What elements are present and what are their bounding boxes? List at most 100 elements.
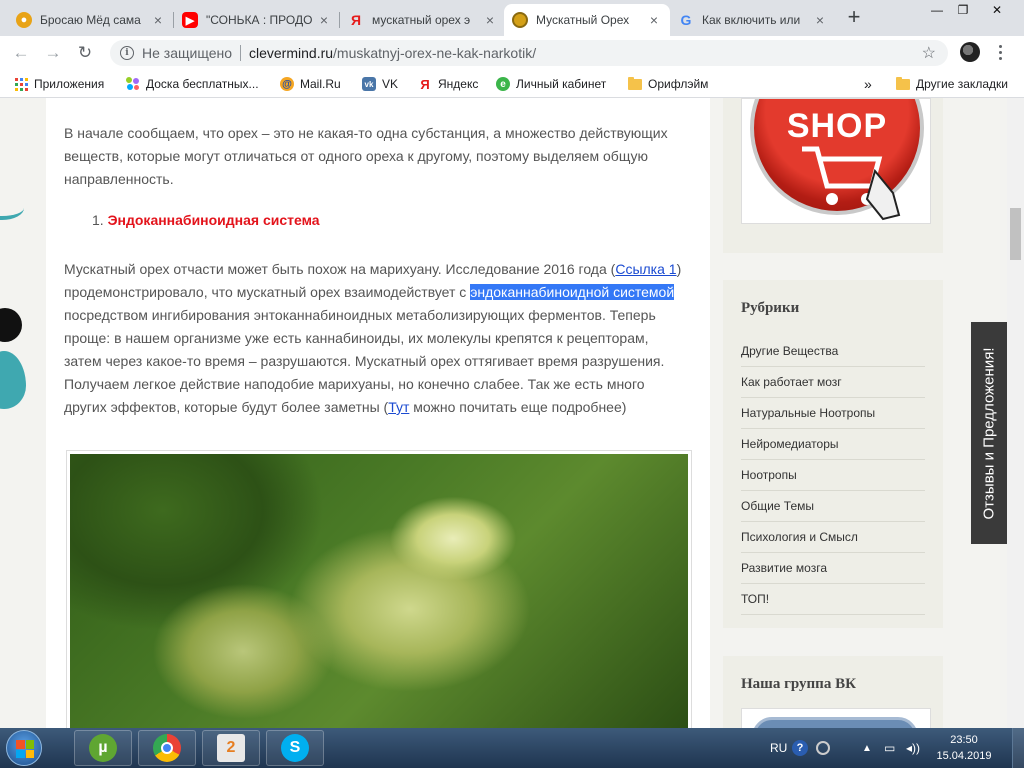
vk-group-embed[interactable]: [741, 708, 931, 728]
profile-avatar[interactable]: [960, 42, 980, 62]
clock-date: 15.04.2019: [936, 750, 992, 762]
bookmark-label: Приложения: [34, 77, 105, 91]
tab-close-icon[interactable]: ×: [482, 12, 498, 28]
network-icon[interactable]: ▭: [884, 728, 895, 768]
omnibox-divider: [240, 45, 241, 61]
tab-4-active[interactable]: Мускатный Орех ×: [504, 4, 670, 36]
link-source-1[interactable]: Ссылка 1: [615, 261, 676, 277]
help-icon[interactable]: ?: [792, 728, 808, 768]
tab-title: мускатный орех э: [372, 13, 471, 27]
system-clock[interactable]: 23:50 15.04.2019: [936, 732, 992, 764]
article-paragraph-main: Мускатный орех отчасти может быть похож …: [64, 258, 684, 419]
decorative-arc: [0, 196, 24, 220]
categories-title: Рубрики: [741, 300, 800, 316]
bookmarks-bar: Приложения Доска бесплатных... @ Mail.Ru…: [0, 70, 1024, 98]
vertical-scrollbar[interactable]: [1007, 98, 1024, 728]
tab-1[interactable]: ● Бросаю Мёд сама ×: [8, 4, 174, 36]
info-icon[interactable]: i: [120, 46, 134, 60]
browser-toolbar: ← → ↻ i Не защищено clevermind.ru/muskat…: [0, 36, 1024, 70]
taskbar-utorrent[interactable]: µ: [74, 730, 132, 766]
tab-close-icon[interactable]: ×: [812, 12, 828, 28]
bookmark-label: Орифлэйм: [648, 77, 709, 91]
windows-taskbar: µ 2 S RU ? ▲ ▭ ◂)) 23:50 15.04.2019: [0, 728, 1024, 768]
maximize-button[interactable]: ❐: [950, 0, 976, 22]
list-item: 1. Эндоканнабиноидная система: [92, 212, 320, 228]
cannabis-photo: [70, 454, 688, 728]
reload-icon[interactable]: ↻: [74, 42, 96, 64]
url-path: /muskatnyj-orex-ne-kak-narkotik/: [333, 45, 537, 61]
close-window-button[interactable]: ✕: [976, 0, 1018, 22]
bee-icon: ●: [16, 12, 32, 28]
new-tab-button[interactable]: +: [842, 6, 866, 30]
decorative-circle: [0, 308, 22, 342]
link-here[interactable]: Тут: [388, 399, 409, 415]
show-desktop-button[interactable]: [1012, 728, 1024, 768]
yandex-icon: Я: [350, 12, 362, 28]
bookmarks-overflow[interactable]: »: [864, 75, 872, 93]
bookmark-label: Личный кабинет: [516, 77, 607, 91]
tab-3[interactable]: Я мускатный орех э ×: [340, 4, 506, 36]
tray-expand-icon[interactable]: ▲: [862, 728, 872, 768]
chrome-menu-icon[interactable]: [997, 43, 1003, 61]
article-content: В начале сообщаем, что орех – это не как…: [46, 98, 710, 728]
taskbar-chrome[interactable]: [138, 730, 196, 766]
apps-icon: [14, 77, 28, 91]
language-indicator[interactable]: RU: [770, 728, 787, 768]
category-link[interactable]: Как работает мозг: [741, 367, 925, 398]
article-paragraph-intro: В начале сообщаем, что орех – это не как…: [64, 125, 668, 187]
tab-2[interactable]: ▶ "СОНЬКА : ПРОДО ×: [174, 4, 340, 36]
tab-close-icon[interactable]: ×: [646, 12, 662, 28]
bookmark-avito[interactable]: Доска бесплатных...: [126, 75, 259, 93]
url-host: clevermind.ru: [249, 45, 334, 61]
categories-list: Другие Вещества Как работает мозг Натура…: [741, 336, 925, 615]
category-link[interactable]: Другие Вещества: [741, 336, 925, 367]
category-link[interactable]: ТОП!: [741, 584, 925, 615]
feedback-label: Отзывы и Предложения!: [980, 347, 998, 519]
category-link[interactable]: Общие Темы: [741, 491, 925, 522]
other-bookmarks[interactable]: Другие закладки: [896, 75, 1008, 93]
clock-time: 23:50: [950, 734, 978, 746]
windows-logo-icon: [16, 740, 34, 758]
bookmark-vk[interactable]: vk VK: [362, 75, 398, 93]
bookmark-star-icon[interactable]: ☆: [922, 43, 936, 63]
folder-icon: [896, 76, 910, 91]
volume-icon[interactable]: ◂)): [906, 728, 920, 768]
shop-widget: SHOP: [723, 98, 943, 253]
shop-banner[interactable]: SHOP: [741, 98, 931, 224]
start-button[interactable]: [6, 730, 42, 766]
bookmark-mailru[interactable]: @ Mail.Ru: [280, 75, 341, 93]
category-link[interactable]: Развитие мозга: [741, 553, 925, 584]
bookmark-apps[interactable]: Приложения: [14, 75, 104, 93]
skype-icon: S: [281, 734, 309, 762]
vk-group-title: Наша группа ВК: [741, 676, 856, 692]
feedback-tab[interactable]: Отзывы и Предложения!: [971, 322, 1007, 544]
category-link[interactable]: Нейромедиаторы: [741, 429, 925, 460]
tab-close-icon[interactable]: ×: [316, 12, 332, 28]
tab-title: "СОНЬКА : ПРОДО: [206, 13, 312, 27]
category-link[interactable]: Ноотропы: [741, 460, 925, 491]
google-icon: G: [680, 12, 692, 28]
text-segment: Мускатный орех отчасти может быть похож …: [64, 261, 616, 277]
scrollbar-thumb[interactable]: [1010, 208, 1021, 260]
bookmark-cabinet[interactable]: e Личный кабинет: [496, 75, 606, 93]
tray-options-icon[interactable]: [816, 728, 830, 768]
taskbar-skype[interactable]: S: [266, 730, 324, 766]
bookmark-oriflame[interactable]: Орифлэйм: [628, 75, 708, 93]
address-bar[interactable]: i Не защищено clevermind.ru/muskatnyj-or…: [110, 40, 948, 66]
bookmark-yandex[interactable]: Я Яндекс: [418, 75, 478, 93]
bookmark-label: VK: [382, 77, 399, 91]
shopping-cart-icon: [802, 146, 901, 221]
tab-title: Бросаю Мёд сама: [40, 13, 141, 27]
tab-close-icon[interactable]: ×: [150, 12, 166, 28]
security-status[interactable]: Не защищено: [142, 45, 232, 61]
text-segment: можно почитать еще подробнее): [409, 399, 627, 415]
category-link[interactable]: Психология и Смысл: [741, 522, 925, 553]
minimize-button[interactable]: —: [924, 0, 950, 22]
tab-5[interactable]: G Как включить или ×: [670, 4, 836, 36]
back-arrow-icon[interactable]: ←: [10, 42, 32, 64]
forward-arrow-icon[interactable]: →: [42, 42, 64, 64]
category-link[interactable]: Натуральные Ноотропы: [741, 398, 925, 429]
list-number: 1.: [92, 212, 104, 228]
bookmark-label: Доска бесплатных...: [146, 77, 259, 91]
taskbar-app-2[interactable]: 2: [202, 730, 260, 766]
